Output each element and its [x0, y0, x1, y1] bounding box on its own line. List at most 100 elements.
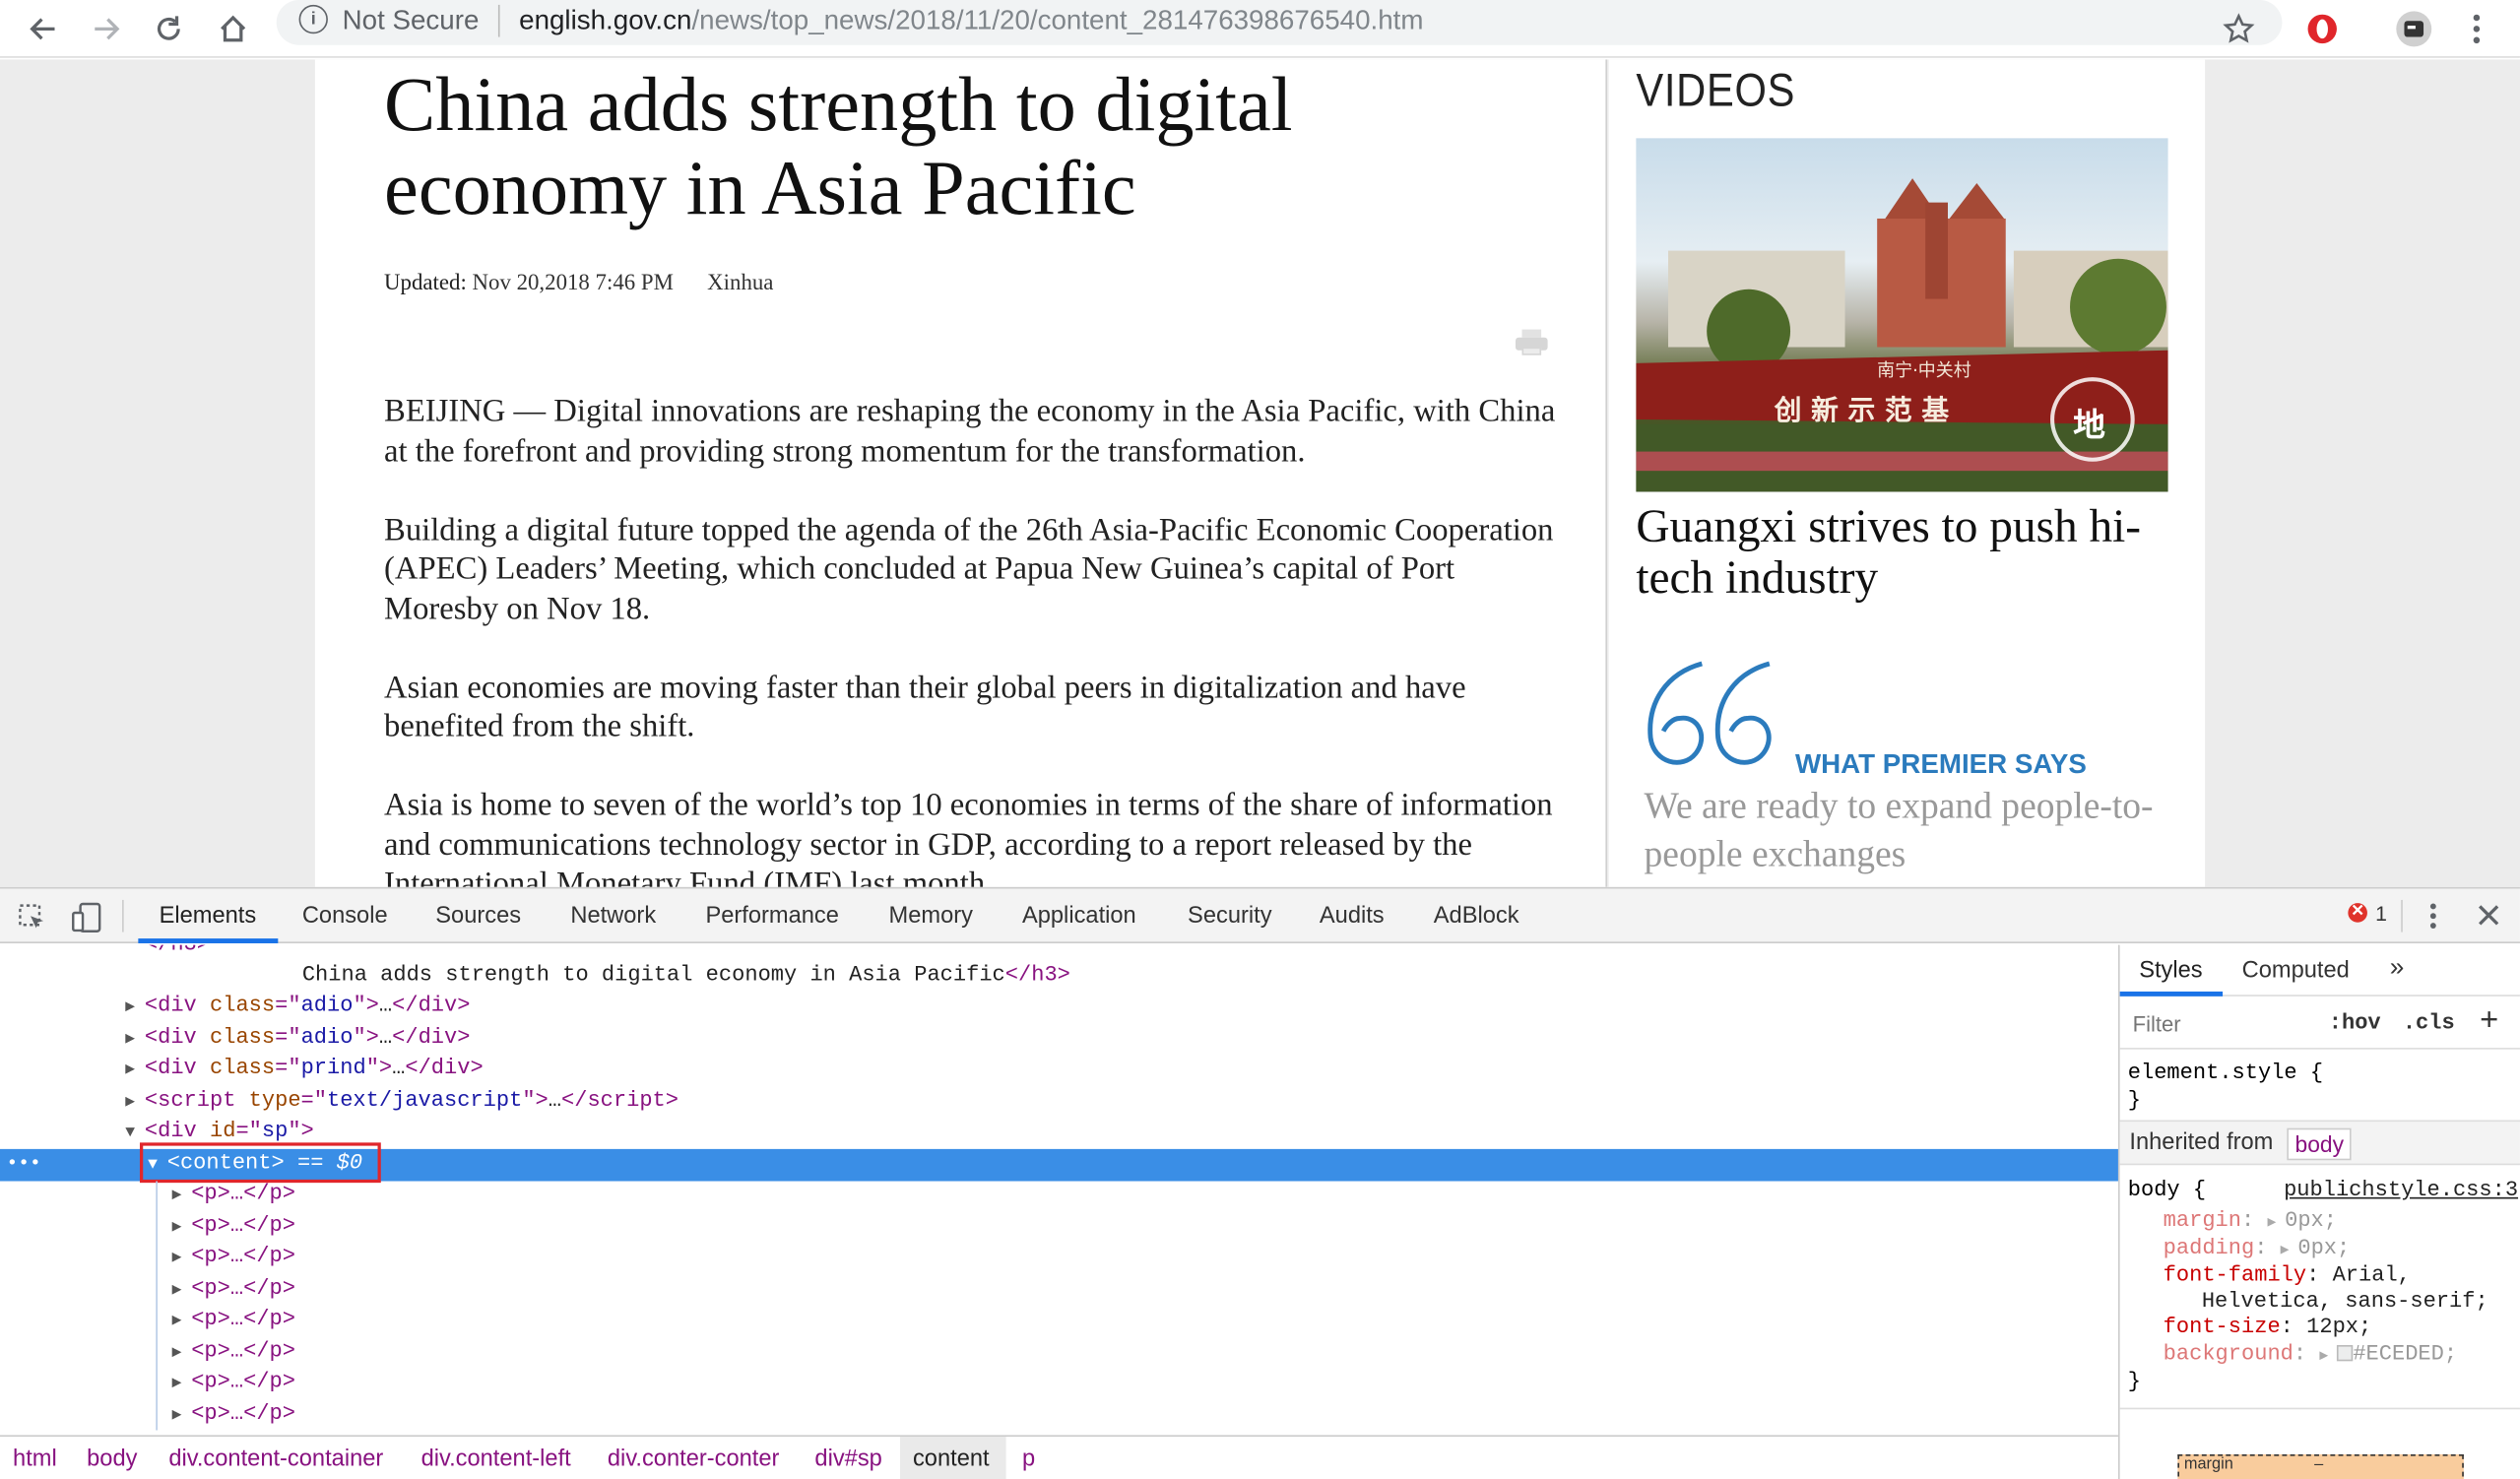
css-rule-font-family[interactable]: font-family: Arial, — [2164, 1263, 2411, 1291]
dom-node-p[interactable]: ▶ <p>…</p> — [172, 1212, 2118, 1244]
dom-node-h3-text[interactable]: China adds strength to digital economy i… — [302, 961, 2118, 993]
dom-node-p[interactable]: ▶ <p>…</p> — [172, 1180, 2118, 1211]
styles-filter-input[interactable] — [2126, 1005, 2306, 1042]
body-selector[interactable]: body { — [2128, 1178, 2206, 1205]
dom-node-div-sp[interactable]: ▼ <div id="sp"> — [125, 1117, 2118, 1148]
css-rule-margin[interactable]: margin: ▶ 0px; — [2164, 1208, 2337, 1237]
cls-toggle[interactable]: .cls — [2403, 1011, 2455, 1039]
profile-avatar-icon[interactable] — [2393, 8, 2434, 49]
expand-arrow-icon[interactable]: ▶ — [172, 1244, 192, 1275]
breadcrumb-div-sp[interactable]: div#sp — [814, 1447, 881, 1472]
tab-styles[interactable]: Styles — [2139, 958, 2202, 984]
error-icon[interactable]: ✕ — [2348, 903, 2367, 923]
dom-node-div-adio[interactable]: ▶ <div class="adio">…</div> — [125, 1024, 2118, 1056]
stylesheet-link[interactable]: publichstyle.css:3 — [2284, 1178, 2518, 1205]
breadcrumb-conter-conter[interactable]: div.conter-conter — [608, 1447, 779, 1472]
css-rule-background[interactable]: background: ▶ #ECEDED; — [2164, 1342, 2457, 1371]
home-icon[interactable] — [212, 8, 253, 49]
expand-arrow-icon[interactable]: ▶ — [125, 994, 145, 1025]
dom-node-div-prind[interactable]: ▶ <div class="prind">…</div> — [125, 1055, 2118, 1086]
content-right: VIDEOS 南宁·中关村 创 新 示 范 基 地 Guangxi strive… — [1608, 59, 2206, 887]
device-toolbar-icon[interactable] — [71, 902, 103, 942]
inherited-body-badge[interactable]: body — [2287, 1127, 2353, 1161]
expand-arrow-icon[interactable]: ▶ — [172, 1213, 192, 1245]
url-text[interactable]: english.gov.cn/news/top_news/2018/11/20/… — [519, 5, 1423, 37]
breadcrumb-content[interactable]: content — [913, 1447, 990, 1472]
tab-audits[interactable]: Audits — [1320, 903, 1385, 929]
styles-filter-bar: :hov .cls + — [2119, 997, 2520, 1050]
dom-node-div-adio[interactable]: ▶ <div class="adio">…</div> — [125, 992, 2118, 1023]
hov-toggle[interactable]: :hov — [2329, 1011, 2381, 1039]
info-icon[interactable]: i — [298, 4, 328, 34]
expand-arrow-icon[interactable]: ▶ — [125, 1088, 145, 1120]
premier-label[interactable]: WHAT PREMIER SAYS — [1795, 749, 2087, 782]
tab-elements[interactable]: Elements — [160, 903, 257, 929]
dom-node-p[interactable]: ▶ <p>…</p> — [172, 1274, 2118, 1306]
premier-quote[interactable]: We are ready to expand people-to-people … — [1645, 783, 2191, 879]
css-rule-font-size[interactable]: font-size: 12px; — [2164, 1315, 2372, 1342]
video-thumbnail[interactable]: 南宁·中关村 创 新 示 范 基 地 — [1636, 138, 2168, 492]
dom-ellipsis: … — [548, 1089, 562, 1114]
print-icon[interactable] — [1515, 329, 1548, 355]
forward-arrow-icon[interactable] — [85, 8, 126, 49]
dom-node-p[interactable]: ▶ <p>…</p> — [172, 1243, 2118, 1274]
opera-extension-icon[interactable] — [2301, 8, 2343, 49]
tab-application[interactable]: Application — [1022, 903, 1136, 929]
dom-node-p[interactable]: ▶ <p>…</p> — [172, 1368, 2118, 1399]
close-devtools-icon[interactable] — [2477, 903, 2500, 935]
expand-arrow-icon[interactable]: ▶ — [172, 1369, 192, 1400]
css-value: #ECEDED; — [2353, 1343, 2458, 1368]
article-paragraph: Building a digital future topped the age… — [384, 511, 1554, 626]
video-title[interactable]: Guangxi strives to push hi-tech industry — [1636, 501, 2182, 604]
tab-network[interactable]: Network — [570, 903, 656, 929]
article-paragraph: Asia is home to seven of the world’s top… — [384, 787, 1553, 887]
tab-adblock[interactable]: AdBlock — [1434, 903, 1519, 929]
box-model-diagram[interactable]: margin – — [2177, 1453, 2464, 1479]
tab-console[interactable]: Console — [302, 903, 388, 929]
css-prop: padding — [2163, 1237, 2255, 1262]
tab-security[interactable]: Security — [1188, 903, 1272, 929]
devtools-menu-icon[interactable] — [2428, 902, 2438, 939]
breadcrumb-p[interactable]: p — [1022, 1447, 1035, 1472]
dom-node-p[interactable]: ▶ <p>…</p> — [172, 1399, 2118, 1431]
error-count[interactable]: 1 — [2375, 902, 2387, 926]
color-swatch[interactable] — [2337, 1344, 2354, 1362]
add-rule-plus-icon[interactable]: + — [2480, 1002, 2498, 1040]
expand-arrow-icon[interactable]: ▶ — [172, 1182, 192, 1213]
devtools-tabbar: Elements Console Sources Network Perform… — [0, 888, 2520, 943]
expand-arrow-icon[interactable]: ▶ — [2267, 1215, 2285, 1231]
css-prop: margin — [2163, 1209, 2242, 1235]
back-arrow-icon[interactable] — [23, 8, 64, 49]
element-style-selector[interactable]: element.style { — [2128, 1061, 2323, 1088]
breadcrumb-body[interactable]: body — [87, 1447, 137, 1472]
reload-icon[interactable] — [148, 8, 189, 49]
breadcrumb-html[interactable]: html — [13, 1447, 57, 1472]
more-tabs-chevron-icon[interactable]: » — [2390, 954, 2405, 983]
tab-computed[interactable]: Computed — [2242, 958, 2350, 984]
expand-arrow-icon[interactable]: ▶ — [2319, 1348, 2337, 1364]
tab-performance[interactable]: Performance — [705, 903, 838, 929]
expand-arrow-icon[interactable]: ▶ — [125, 1025, 145, 1057]
article-paragraph: BEIJING — Digital innovations are reshap… — [384, 393, 1556, 469]
node-actions-ellipsis[interactable]: ••• — [7, 1149, 41, 1181]
expand-arrow-icon[interactable]: ▶ — [172, 1307, 192, 1338]
expand-arrow-icon[interactable]: ▶ — [172, 1401, 192, 1433]
breadcrumb-content-left[interactable]: div.content-left — [421, 1447, 571, 1472]
dom-node-p[interactable]: ▶ <p>…</p> — [172, 1305, 2118, 1336]
tab-sources[interactable]: Sources — [435, 903, 521, 929]
dom-node-h3-fragment[interactable]: </h3> — [145, 945, 2118, 962]
expand-arrow-icon[interactable]: ▶ — [172, 1276, 192, 1308]
css-value: 12px; — [2306, 1316, 2372, 1341]
expand-arrow-icon[interactable]: ▶ — [2281, 1243, 2298, 1258]
inspect-element-icon[interactable] — [18, 903, 46, 940]
css-prop: background — [2163, 1343, 2294, 1368]
breadcrumb-content-container[interactable]: div.content-container — [168, 1447, 383, 1472]
tab-memory[interactable]: Memory — [888, 903, 972, 929]
browser-menu-icon[interactable] — [2456, 8, 2497, 49]
expand-arrow-icon[interactable]: ▶ — [125, 1056, 145, 1087]
expand-arrow-icon[interactable]: ▶ — [172, 1338, 192, 1370]
dom-node-script[interactable]: ▶ <script type="text/javascript">…</scrip… — [125, 1086, 2118, 1118]
css-rule-padding[interactable]: padding: ▶ 0px; — [2164, 1236, 2351, 1264]
dom-node-p[interactable]: ▶ <p>…</p> — [172, 1337, 2118, 1369]
bookmark-star-icon[interactable] — [2218, 8, 2259, 49]
